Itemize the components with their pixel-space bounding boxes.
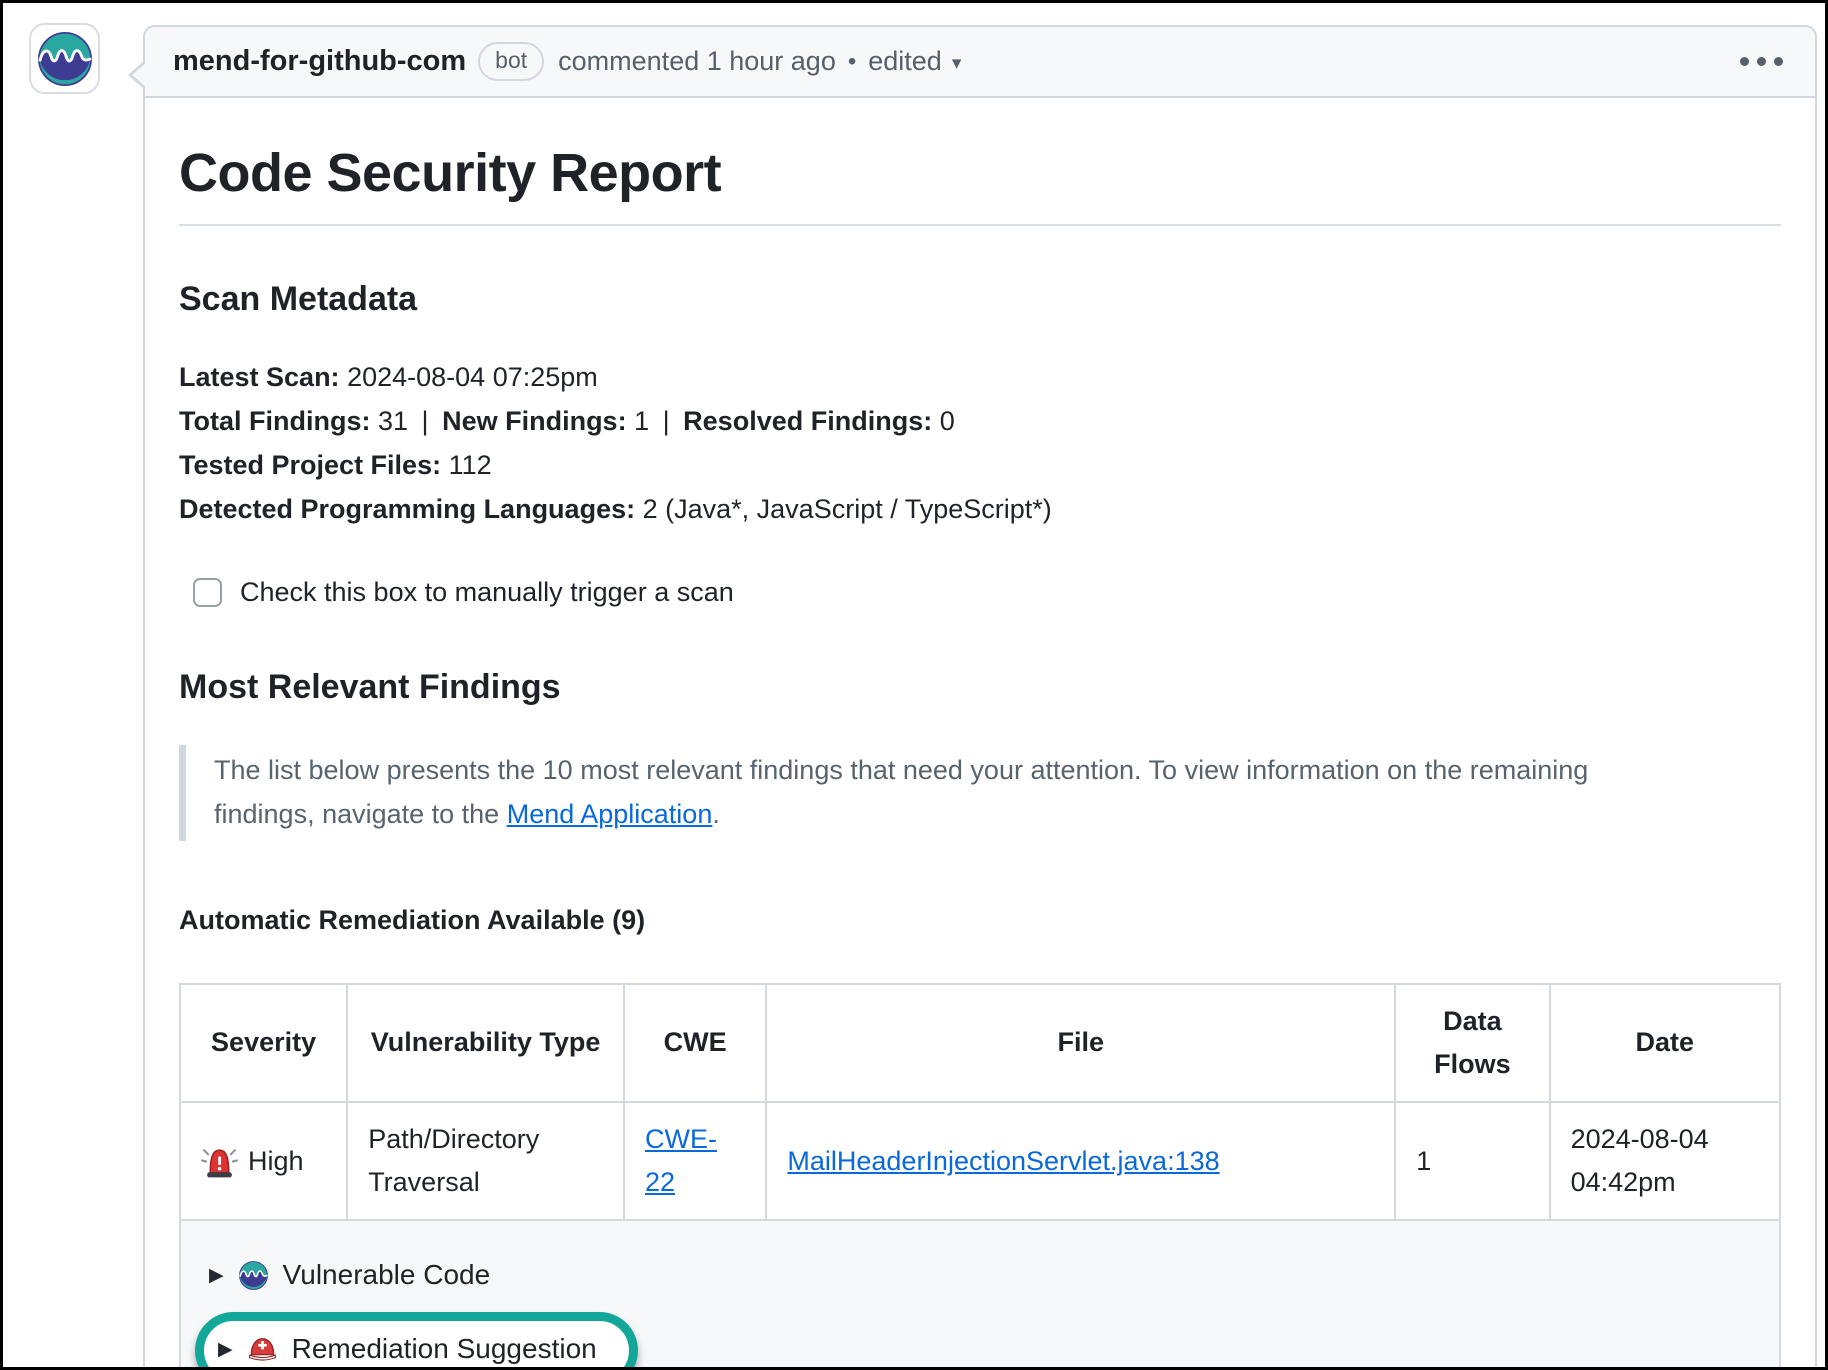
mend-application-link[interactable]: Mend Application: [507, 799, 713, 829]
comment-header: mend-for-github-com bot commented 1 hour…: [145, 27, 1815, 98]
findings-table: Severity Vulnerability Type CWE File Dat…: [179, 983, 1781, 1370]
pipe-separator: |: [657, 406, 676, 436]
latest-scan-value: 2024-08-04 07:25pm: [347, 362, 598, 392]
comment-body: Code Security Report Scan Metadata Lates…: [145, 98, 1815, 1370]
col-header-cwe: CWE: [624, 984, 766, 1102]
most-relevant-findings-heading: Most Relevant Findings: [179, 660, 1781, 715]
dot-separator: •: [848, 48, 856, 76]
severity-cell: High: [201, 1140, 326, 1183]
chevron-down-icon[interactable]: ▾: [952, 48, 962, 75]
finding-row: High Path/Directory Traversal CWE-22 Mai…: [180, 1102, 1780, 1220]
finding-details-row: ▶ Vulnerable Code ▶: [180, 1220, 1780, 1370]
remediation-suggestion-details: ▶ Remediation Suggestion: [209, 1318, 1751, 1370]
mend-logo-icon: [238, 1260, 269, 1291]
col-header-date: Date: [1550, 984, 1780, 1102]
file-link[interactable]: MailHeaderInjectionServlet.java:138: [787, 1146, 1219, 1176]
tested-files-label: Tested Project Files:: [179, 450, 441, 480]
languages-label: Detected Programming Languages:: [179, 494, 635, 524]
findings-note-text: The list below presents the 10 most rele…: [214, 755, 1588, 829]
author-login[interactable]: mend-for-github-com: [173, 45, 466, 78]
teal-highlight-annotation: ▶ Remediation Suggestion: [195, 1312, 638, 1370]
comment-timestamp: commented 1 hour ago: [558, 46, 836, 77]
kebab-menu-icon[interactable]: [1736, 47, 1787, 76]
findings-note: The list below presents the 10 most rele…: [179, 745, 1669, 840]
remediation-suggestion-label: Remediation Suggestion: [292, 1327, 597, 1370]
col-header-data-flows: Data Flows: [1395, 984, 1549, 1102]
total-findings-label: Total Findings:: [179, 406, 370, 436]
report-title: Code Security Report: [179, 140, 1781, 226]
edited-label[interactable]: edited: [868, 46, 942, 77]
remediation-suggestion-summary[interactable]: ▶ Remediation Suggestion: [209, 1318, 1751, 1370]
trigger-scan-checkbox[interactable]: [193, 578, 222, 607]
pipe-separator: |: [416, 406, 435, 436]
table-header-row: Severity Vulnerability Type CWE File Dat…: [180, 984, 1780, 1102]
github-comment-screenshot: mend-for-github-com bot commented 1 hour…: [0, 0, 1828, 1370]
rescue-helmet-icon: [247, 1334, 278, 1365]
new-findings-label: New Findings:: [442, 406, 627, 436]
vulnerable-code-summary[interactable]: ▶ Vulnerable Code: [209, 1251, 1751, 1298]
data-flows-cell: 1: [1395, 1102, 1549, 1220]
comment-card: mend-for-github-com bot commented 1 hour…: [143, 25, 1817, 1370]
tested-files-value: 112: [449, 450, 492, 480]
new-findings-value: 1: [634, 406, 649, 436]
resolved-findings-label: Resolved Findings:: [683, 406, 932, 436]
trigger-scan-task-item: Check this box to manually trigger a sca…: [179, 571, 1781, 615]
expand-triangle-icon: ▶: [218, 1333, 233, 1365]
vulnerable-code-details: ▶ Vulnerable Code: [209, 1251, 1751, 1298]
bot-badge: bot: [478, 42, 544, 81]
resolved-findings-value: 0: [940, 406, 955, 436]
avatar[interactable]: [29, 23, 100, 94]
col-header-file: File: [766, 984, 1395, 1102]
severity-value: High: [248, 1140, 304, 1183]
findings-counts-line: Total Findings: 31 | New Findings: 1 | R…: [179, 399, 1781, 443]
total-findings-value: 31: [378, 406, 408, 436]
trigger-scan-label: Check this box to manually trigger a sca…: [240, 571, 734, 615]
languages-value: 2 (Java*, JavaScript / TypeScript*): [643, 494, 1052, 524]
col-header-vulnerability-type: Vulnerability Type: [347, 984, 624, 1102]
latest-scan-line: Latest Scan: 2024-08-04 07:25pm: [179, 355, 1781, 399]
date-cell: 2024-08-04 04:42pm: [1550, 1102, 1780, 1220]
expand-triangle-icon: ▶: [209, 1259, 224, 1291]
vulnerability-type-cell: Path/Directory Traversal: [347, 1102, 624, 1220]
latest-scan-label: Latest Scan:: [179, 362, 340, 392]
findings-note-period: .: [712, 799, 720, 829]
vulnerable-code-label: Vulnerable Code: [283, 1253, 491, 1298]
languages-line: Detected Programming Languages: 2 (Java*…: [179, 487, 1781, 531]
col-header-severity: Severity: [180, 984, 347, 1102]
tested-files-line: Tested Project Files: 112: [179, 443, 1781, 487]
mend-logo-icon: [36, 30, 94, 88]
scan-metadata-heading: Scan Metadata: [179, 272, 1781, 327]
auto-remediation-label: Automatic Remediation Available (9): [179, 899, 1781, 943]
cwe-link[interactable]: CWE-22: [645, 1118, 721, 1204]
siren-icon: [201, 1143, 238, 1180]
